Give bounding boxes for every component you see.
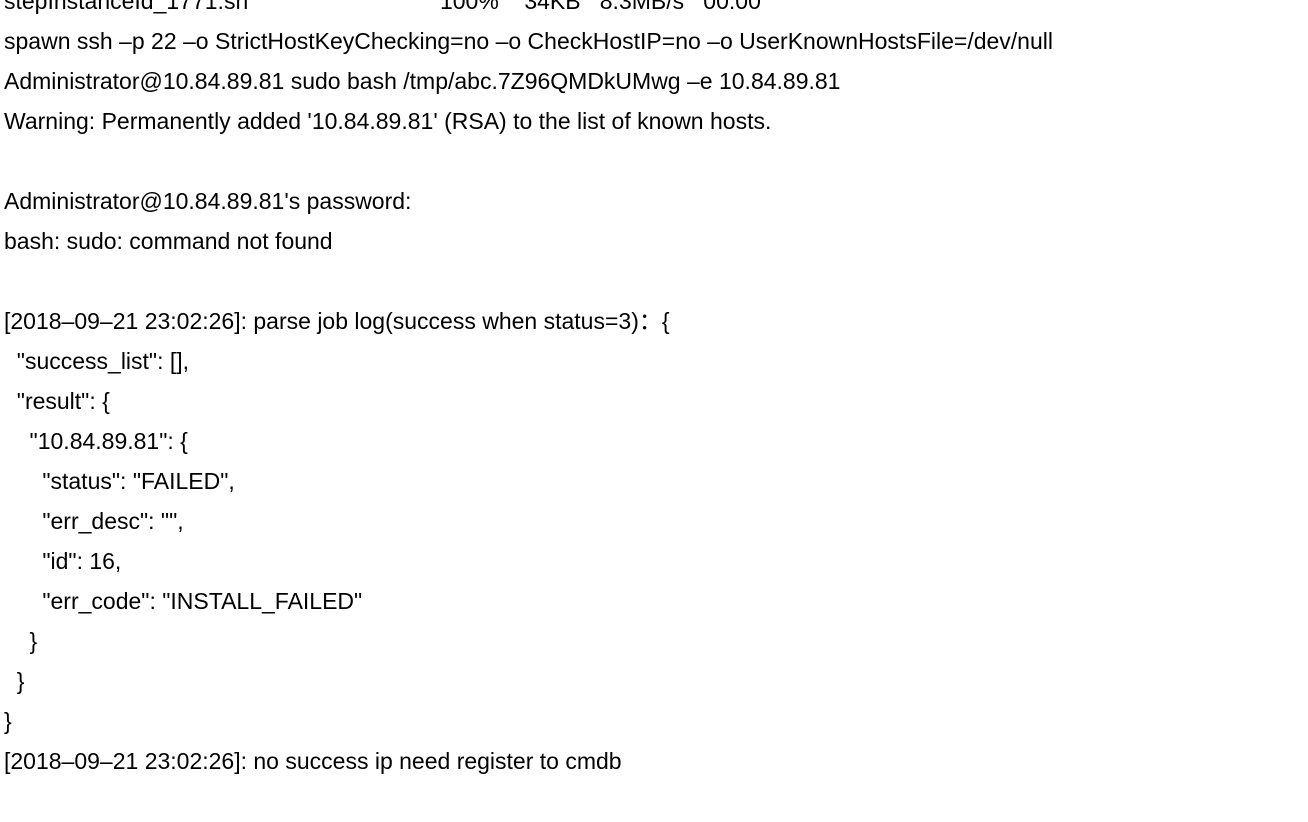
log-line-json: "err_code": "INSTALL_FAILED" xyxy=(4,588,363,614)
log-line-blank xyxy=(4,261,1294,301)
log-line-json: "status": "FAILED", xyxy=(4,468,235,494)
log-line-no-success: [2018–09–21 23:02:26]: no success ip nee… xyxy=(4,748,622,774)
log-line-json: "success_list": [], xyxy=(4,348,190,374)
log-line-json: "10.84.89.81": { xyxy=(4,428,188,454)
log-line-password-prompt: Administrator@10.84.89.81's password: xyxy=(4,188,412,214)
terminal-output: stepInstanceId_1771.sh 100% 34KB 8.3MB/s… xyxy=(4,0,1294,781)
log-line-scp-progress: stepInstanceId_1771.sh 100% 34KB 8.3MB/s… xyxy=(4,0,761,14)
log-line-spawn-ssh: spawn ssh –p 22 –o StrictHostKeyChecking… xyxy=(4,28,1053,54)
log-line-command: Administrator@10.84.89.81 sudo bash /tmp… xyxy=(4,68,841,94)
log-line-json: } xyxy=(4,628,38,654)
log-line-blank xyxy=(4,141,1294,181)
log-line-json: "id": 16, xyxy=(4,548,122,574)
log-line-json: } xyxy=(4,708,12,734)
log-line-json: "result": { xyxy=(4,388,110,414)
log-line-json: } xyxy=(4,668,25,694)
log-line-parse-job: [2018–09–21 23:02:26]: parse job log(suc… xyxy=(4,308,670,334)
log-line-warning: Warning: Permanently added '10.84.89.81'… xyxy=(4,108,772,134)
log-line-error: bash: sudo: command not found xyxy=(4,228,333,254)
log-line-json: "err_desc": "", xyxy=(4,508,184,534)
